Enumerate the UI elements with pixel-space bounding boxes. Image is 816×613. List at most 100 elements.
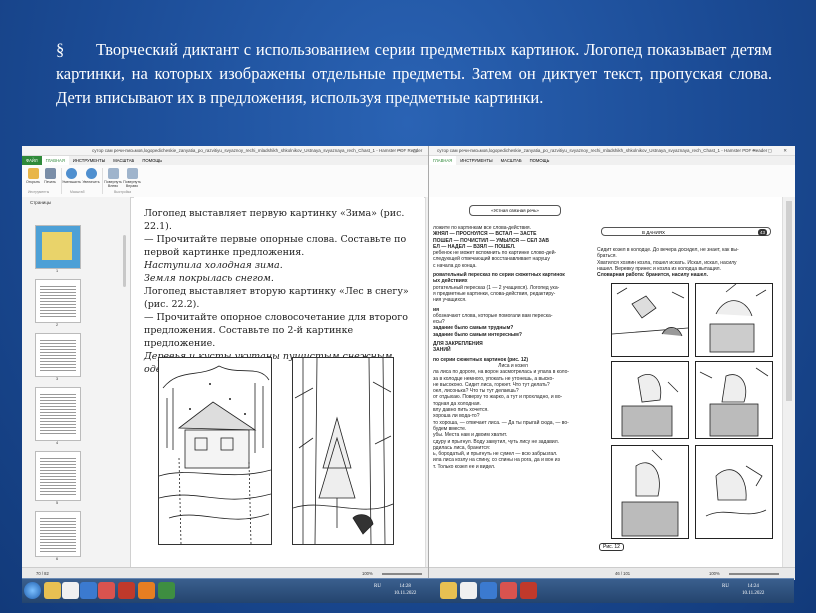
figure-caption: Рис. 12 <box>599 543 624 551</box>
page-thumbnail[interactable] <box>35 225 81 269</box>
text-line: — Прочитайте первые опорные слова. Соста… <box>144 234 407 258</box>
clock[interactable]: 14:28 10.11.2022 <box>394 583 416 597</box>
zoom-in-icon <box>85 168 97 179</box>
rotate-right-button[interactable]: Повернуть Вправо <box>123 168 141 188</box>
slide-body-text: Творческий диктант с использованием сери… <box>56 40 772 107</box>
story-panel <box>695 445 773 539</box>
group-label-view: Выстройка <box>114 190 132 194</box>
word-icon[interactable] <box>480 582 497 599</box>
open-button[interactable]: Открыть <box>24 168 42 184</box>
folder-icon <box>27 168 39 179</box>
menu-home[interactable]: ГЛАВНАЯ <box>429 156 457 165</box>
page-text: Логопед выставляет первую картинку «Зима… <box>144 207 420 376</box>
menu-bar: ФАЙЛ ГЛАВНАЯ ИНСТРУМЕНТЫ МАСШТАБ ПОМОЩЬ <box>22 156 440 165</box>
bullet-marker: § <box>56 40 65 59</box>
ribbon-toolbar <box>429 165 795 198</box>
zoom-out-button[interactable]: Уменьшить <box>62 168 81 184</box>
menu-scale[interactable]: МАСШТАБ <box>109 156 138 165</box>
app-icon[interactable] <box>62 582 79 599</box>
thumbnail-number: 5 <box>56 501 59 505</box>
menu-tools[interactable]: ИНСТРУМЕНТЫ <box>69 156 109 165</box>
thumbnails-scrollbar[interactable] <box>123 235 126 287</box>
slide-paragraph: § Творческий диктант с использованием сер… <box>56 38 772 110</box>
rotate-right-icon <box>126 168 138 179</box>
app-icon[interactable] <box>460 582 477 599</box>
thumbnail-number: 2 <box>56 323 59 327</box>
pdf-icon[interactable] <box>118 582 135 599</box>
left-page-header: «Устная связная речь» <box>469 205 561 216</box>
story-panel <box>611 445 689 539</box>
clock[interactable]: 14:24 10.11.2022 <box>742 583 764 597</box>
snowy-forest-illustration <box>292 357 394 545</box>
thumbnail-number: 4 <box>56 441 59 445</box>
pdf-reader-window-right: сутор сам речи-письмов,logopedicheskie_z… <box>428 146 795 580</box>
right-page-header: В ДАНИЯХ 43 <box>601 227 771 236</box>
menu-file[interactable]: ФАЙЛ <box>22 156 42 165</box>
language-indicator[interactable]: RU <box>722 583 729 590</box>
menu-home[interactable]: ГЛАВНАЯ <box>41 156 69 165</box>
document-page: Логопед выставляет первую картинку «Зима… <box>134 197 424 568</box>
menu-tools[interactable]: ИНСТРУМЕНТЫ <box>456 156 496 165</box>
text-line: Логопед выставляет вторую картинку «Лес … <box>144 286 409 310</box>
thumbnails-header: Страницы <box>30 200 52 205</box>
windows-taskbar: RU 14:28 10.11.2022 RU 14:24 10.11.2022 <box>22 578 794 603</box>
start-button[interactable] <box>24 582 41 599</box>
story-panel <box>611 361 689 439</box>
title-bar: сутор сам речи-письмов,logopedicheskie_z… <box>22 146 440 156</box>
zoom-slider[interactable] <box>729 573 779 575</box>
document-spread: «Устная связная речь» ложите по картинка… <box>429 197 783 568</box>
word-icon[interactable] <box>80 582 97 599</box>
page-thumbnail[interactable] <box>35 511 81 557</box>
window-controls[interactable]: — ▢ ✕ <box>752 146 792 155</box>
reader-icon[interactable] <box>158 582 175 599</box>
menu-scale[interactable]: МАСШТАБ <box>497 156 526 165</box>
language-indicator[interactable]: RU <box>374 583 381 590</box>
story-panel <box>611 283 689 357</box>
cover-image <box>42 232 72 260</box>
thumbnail-number: 3 <box>56 377 59 381</box>
page-thumbnail[interactable] <box>35 387 81 441</box>
text-line: — Прочитайте опорное словосочетание для … <box>144 312 408 349</box>
left-page-text: ложите по картинкам все слова-действия. … <box>433 225 570 470</box>
scroll-thumb[interactable] <box>786 201 792 401</box>
zoom-in-button[interactable]: Увеличить <box>82 168 100 184</box>
winter-house-illustration <box>158 357 272 545</box>
window-title: сутор сам речи-письмов,logopedicheskie_z… <box>437 148 768 153</box>
right-page-heading: В ДАНИЯХ <box>642 230 666 235</box>
menu-help[interactable]: ПОМОЩЬ <box>526 156 554 165</box>
print-button[interactable]: Печать <box>41 168 59 184</box>
page-thumbnails-panel: Страницы 1 2 3 4 5 6 <box>22 197 131 568</box>
yandex-icon[interactable] <box>98 582 115 599</box>
ribbon-toolbar: Открыть Печать Уменьшить Увеличить Повер… <box>22 165 440 198</box>
zoom-out-icon <box>65 168 77 179</box>
page-number-badge: 43 <box>757 229 767 236</box>
story-panel <box>695 361 773 439</box>
menu-bar: ГЛАВНАЯ ИНСТРУМЕНТЫ МАСШТАБ ПОМОЩЬ <box>429 156 795 165</box>
text-line: Логопед выставляет первую картинку «Зима… <box>144 208 405 232</box>
story-panel <box>695 283 773 357</box>
window-title: сутор сам речи-письмов,logopedicheskie_z… <box>92 148 423 153</box>
rotate-left-icon <box>107 168 119 179</box>
title-bar: сутор сам речи-письмов,logopedicheskie_z… <box>429 146 795 156</box>
text-line: Наступила холодная зима. <box>144 260 283 271</box>
explorer-icon[interactable] <box>44 582 61 599</box>
page-thumbnail[interactable] <box>35 279 81 323</box>
vertical-scrollbar[interactable] <box>782 197 795 568</box>
page-thumbnail[interactable] <box>35 451 81 501</box>
pdf-icon[interactable] <box>520 582 537 599</box>
page-thumbnail[interactable] <box>35 333 81 377</box>
explorer-icon[interactable] <box>440 582 457 599</box>
rotate-left-button[interactable]: Повернуть Влево <box>104 168 122 188</box>
right-page-text: Сидит козел в колодце. До вечера досидел… <box>597 247 739 279</box>
group-label-tools: Инструменты <box>28 190 50 194</box>
menu-help[interactable]: ПОМОЩЬ <box>138 156 166 165</box>
pdf-reader-window-left: сутор сам речи-письмов,logopedicheskie_z… <box>22 146 440 580</box>
thumbnail-number: 1 <box>56 269 59 273</box>
thumbnail-number: 6 <box>56 557 59 561</box>
group-label-scale: Масштаб <box>70 190 85 194</box>
zoom-slider[interactable] <box>382 573 422 575</box>
printer-icon <box>44 168 56 179</box>
text-line: Земля покрылась снегом. <box>144 273 274 284</box>
yandex-icon[interactable] <box>500 582 517 599</box>
powerpoint-icon[interactable] <box>138 582 155 599</box>
